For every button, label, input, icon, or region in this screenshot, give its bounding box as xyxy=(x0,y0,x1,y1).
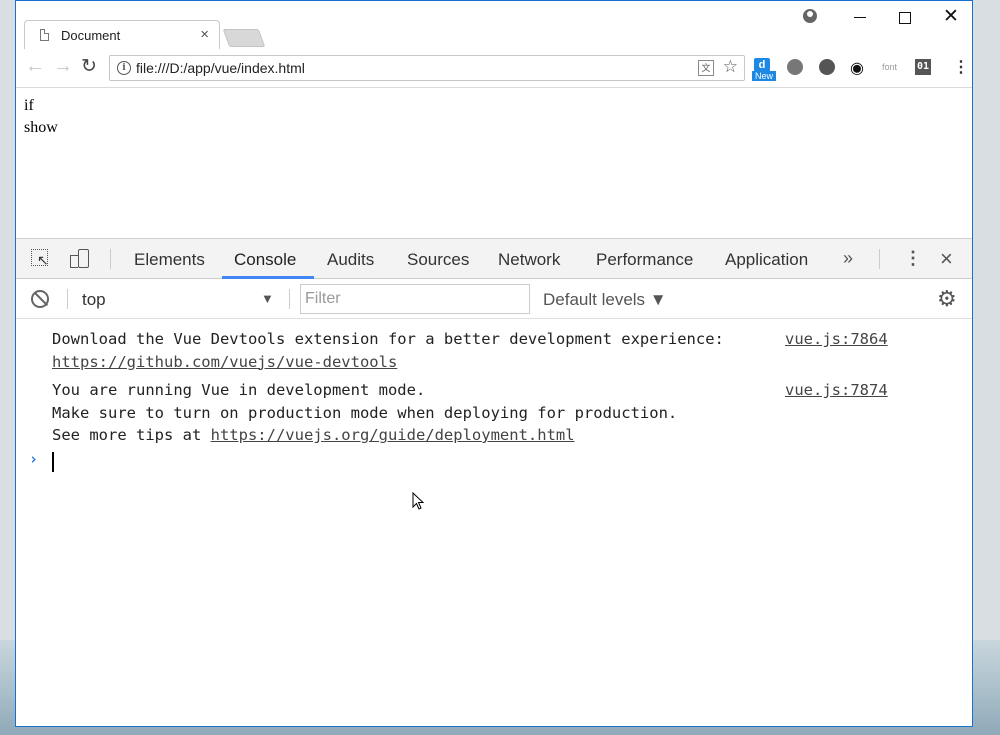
devtools-menu-icon[interactable]: ⋮ xyxy=(904,248,922,269)
translate-icon[interactable]: 文 xyxy=(698,60,714,76)
tab-strip: Document × ✕ xyxy=(16,1,972,50)
extension-circle-icon[interactable] xyxy=(787,59,803,75)
console-input[interactable] xyxy=(52,452,54,472)
device-toolbar-icon[interactable] xyxy=(70,249,90,269)
binary-extension-icon[interactable]: 01 xyxy=(915,59,931,75)
tab-close-icon[interactable]: × xyxy=(200,26,209,43)
page-content: if show xyxy=(16,88,972,238)
tab-title: Document xyxy=(61,28,121,43)
source-link[interactable]: vue.js:7874 xyxy=(785,379,888,402)
devtools-close-icon[interactable]: × xyxy=(940,246,953,272)
divider xyxy=(879,249,880,269)
maximize-button[interactable] xyxy=(899,12,911,24)
bookmark-star-icon[interactable]: ☆ xyxy=(723,57,738,77)
browser-menu-icon[interactable]: ⋮ xyxy=(953,57,969,77)
font-extension-icon[interactable]: font xyxy=(882,62,897,72)
devtools-link[interactable]: https://github.com/vuejs/vue-devtools xyxy=(52,353,397,371)
source-link[interactable]: vue.js:7864 xyxy=(785,328,888,351)
devtools-tabbar: Elements Console Audits Sources Network … xyxy=(16,239,972,279)
reload-icon[interactable]: ↻ xyxy=(81,55,97,78)
browser-tab[interactable]: Document × xyxy=(24,20,220,50)
context-select[interactable]: top xyxy=(82,290,106,310)
filter-input[interactable]: Filter xyxy=(300,284,530,314)
tab-network[interactable]: Network xyxy=(498,250,560,270)
devtools-panel: Elements Console Audits Sources Network … xyxy=(16,238,972,726)
inspect-element-icon[interactable] xyxy=(31,249,49,269)
more-tabs-icon[interactable]: » xyxy=(843,248,853,269)
info-icon[interactable]: i xyxy=(117,61,131,75)
tab-performance[interactable]: Performance xyxy=(596,250,693,270)
mouse-cursor-icon xyxy=(412,492,424,510)
new-badge: New xyxy=(752,71,776,81)
clear-console-icon[interactable] xyxy=(31,290,49,308)
log-levels-dropdown[interactable]: Default levels ▼ xyxy=(543,290,667,310)
chevron-down-icon[interactable]: ▼ xyxy=(261,291,274,306)
page-text-if: if xyxy=(24,97,34,114)
message-text: Make sure to turn on production mode whe… xyxy=(52,403,678,422)
document-icon xyxy=(40,29,49,41)
console-toolbar: top ▼ Filter Default levels ▼ ⚙ xyxy=(16,279,972,319)
url-text: file:///D:/app/vue/index.html xyxy=(136,60,305,76)
divider xyxy=(289,289,290,309)
browser-toolbar: ← → ↻ i file:///D:/app/vue/index.html 文 … xyxy=(16,49,972,88)
profile-icon[interactable] xyxy=(803,9,817,23)
console-prompt-icon: › xyxy=(29,450,39,468)
message-text: See more tips at xyxy=(52,426,211,444)
tab-sources[interactable]: Sources xyxy=(407,250,469,270)
back-arrow-icon[interactable]: ← xyxy=(25,55,45,78)
tab-application[interactable]: Application xyxy=(725,250,808,270)
tab-elements[interactable]: Elements xyxy=(134,250,205,270)
page-text-show: show xyxy=(24,119,58,136)
address-bar[interactable]: i file:///D:/app/vue/index.html 文 ☆ xyxy=(109,55,745,81)
new-tab-button[interactable] xyxy=(222,29,266,47)
extension-sync-icon[interactable] xyxy=(819,59,835,75)
tab-audits[interactable]: Audits xyxy=(327,250,374,270)
console-output: Download the Vue Devtools extension for … xyxy=(16,319,972,726)
divider xyxy=(110,249,111,269)
window-close-button[interactable]: ✕ xyxy=(943,5,959,28)
gear-icon[interactable]: ⚙ xyxy=(937,286,957,312)
minimize-button[interactable] xyxy=(854,1,868,31)
tab-console[interactable]: Console xyxy=(234,250,296,270)
divider xyxy=(67,289,68,309)
extension-new-icon[interactable]: d New xyxy=(752,58,776,82)
browser-window: Document × ✕ ← → ↻ i file:///D:/app/vue/… xyxy=(15,0,973,727)
forward-arrow-icon[interactable]: → xyxy=(53,55,73,78)
eye-icon[interactable]: ◉ xyxy=(850,58,864,78)
deployment-link[interactable]: https://vuejs.org/guide/deployment.html xyxy=(211,426,575,444)
